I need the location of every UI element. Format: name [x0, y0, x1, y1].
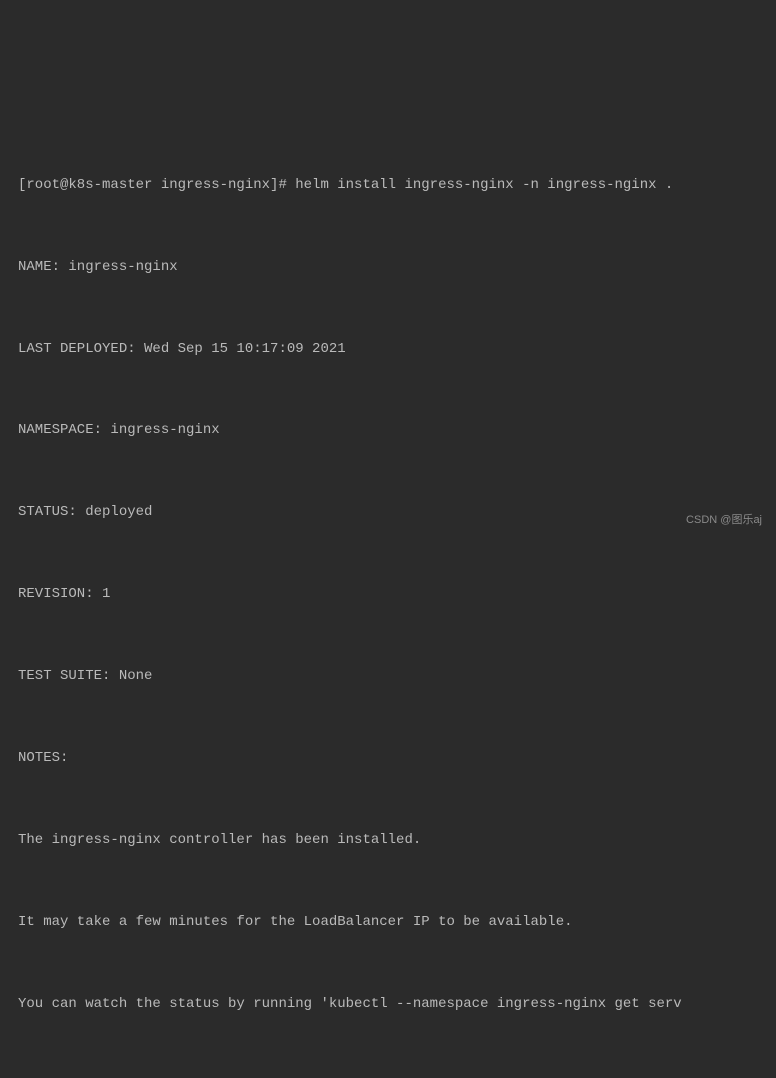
watermark-text: CSDN @图乐aj	[686, 510, 762, 531]
terminal-line: REVISION: 1	[18, 581, 758, 608]
terminal-line: It may take a few minutes for the LoadBa…	[18, 909, 758, 936]
terminal-line: You can watch the status by running 'kub…	[18, 991, 758, 1018]
terminal-line: NAMESPACE: ingress-nginx	[18, 417, 758, 444]
terminal-line: [root@k8s-master ingress-nginx]# helm in…	[18, 172, 758, 199]
terminal-line: STATUS: deployed	[18, 499, 758, 526]
terminal-line: NOTES:	[18, 745, 758, 772]
terminal-line: NAME: ingress-nginx	[18, 254, 758, 281]
terminal-line: LAST DEPLOYED: Wed Sep 15 10:17:09 2021	[18, 336, 758, 363]
terminal-line: The ingress-nginx controller has been in…	[18, 827, 758, 854]
terminal-output: [root@k8s-master ingress-nginx]# helm in…	[18, 117, 758, 1078]
terminal-line: TEST SUITE: None	[18, 663, 758, 690]
